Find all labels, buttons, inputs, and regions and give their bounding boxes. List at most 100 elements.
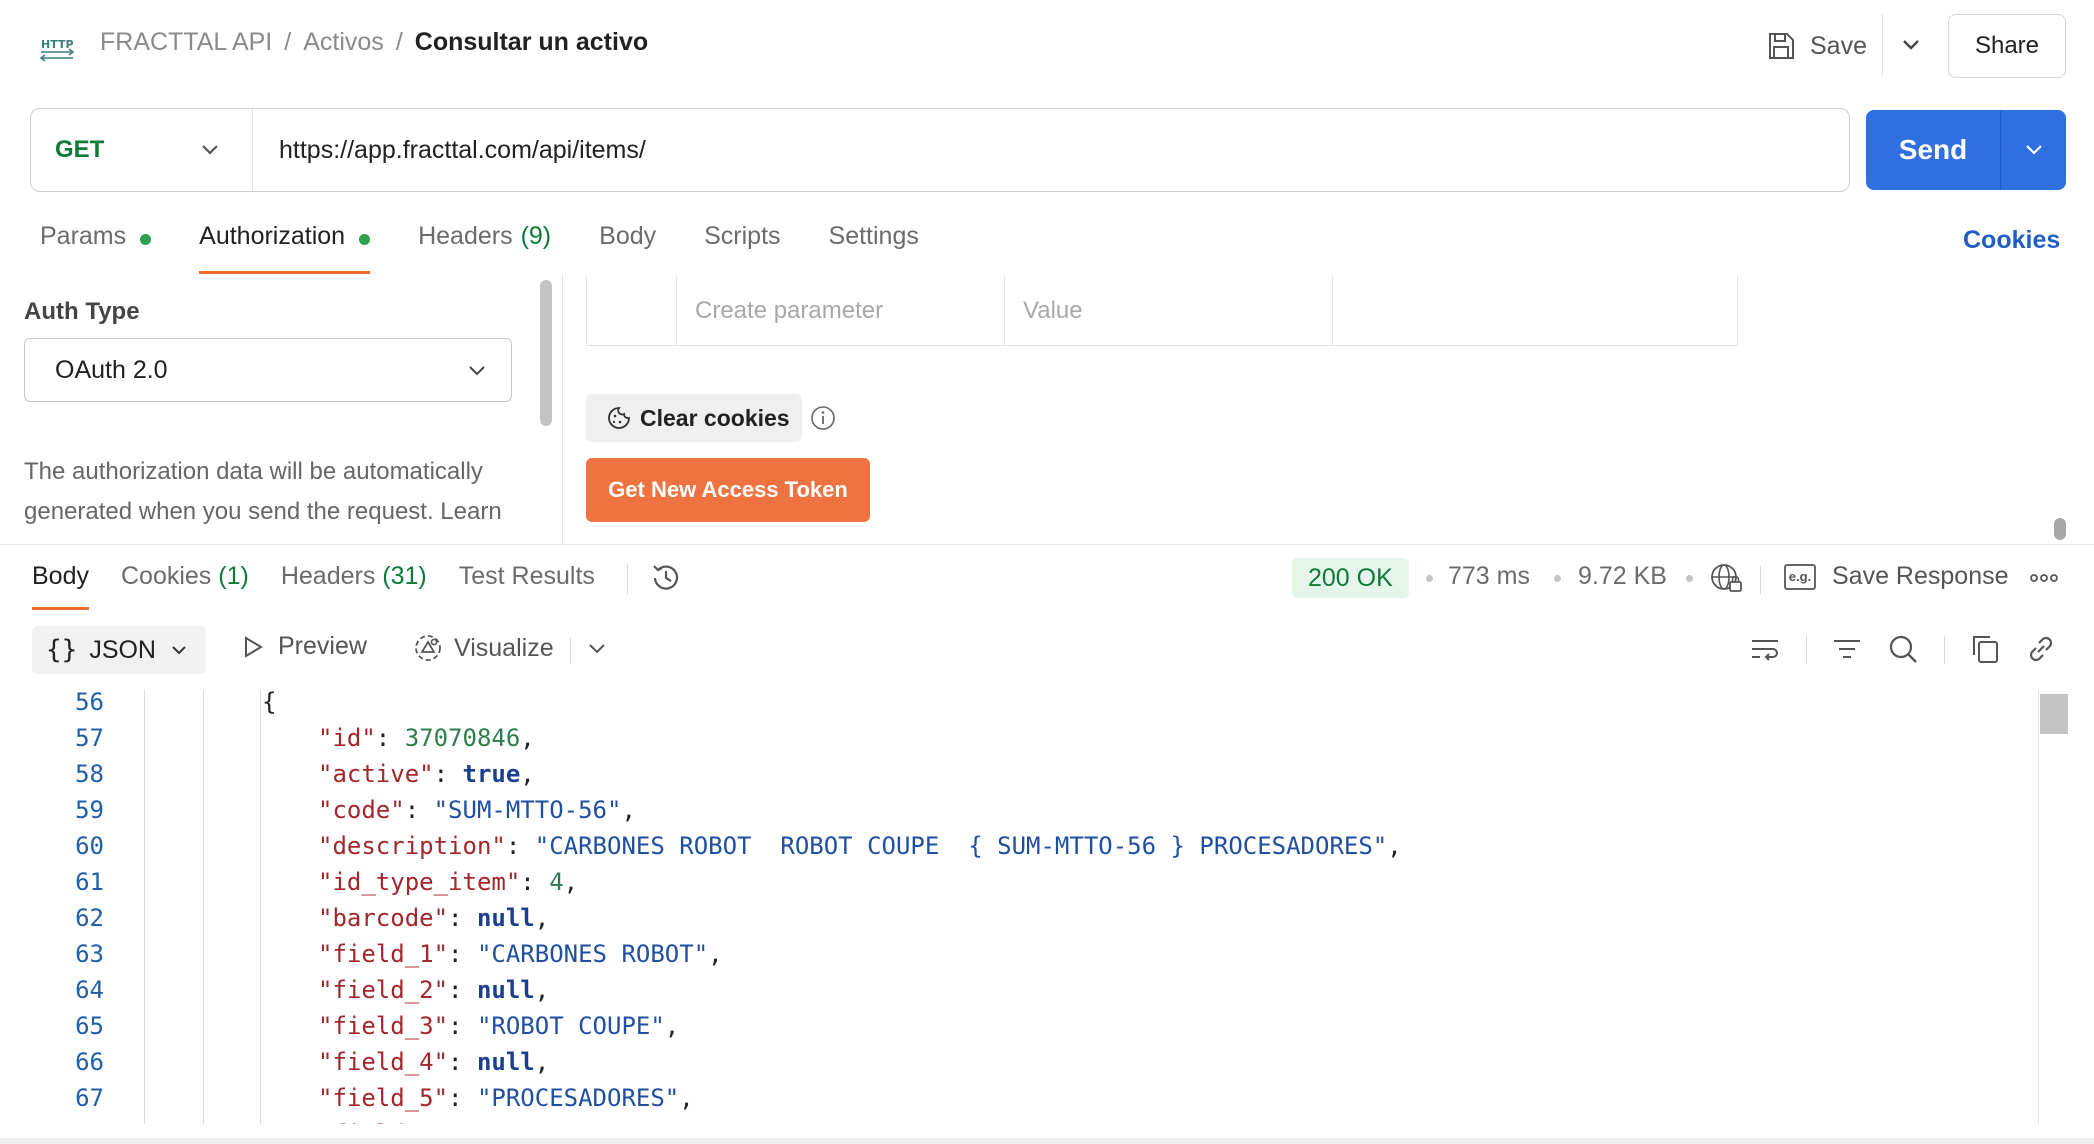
json-separator: : (505, 832, 535, 860)
code-line: 65 "field_3": "ROBOT COUPE", (0, 1008, 2040, 1044)
indent-guide (203, 690, 204, 1124)
send-options-button[interactable] (2001, 138, 2066, 162)
response-tab-cookies[interactable]: Cookies (1) (121, 562, 249, 610)
format-select[interactable]: {} JSON (32, 626, 206, 674)
history-icon[interactable] (648, 560, 684, 596)
tab-label: Test Results (458, 562, 595, 590)
tab-scripts[interactable]: Scripts (704, 222, 780, 274)
clear-cookies-button[interactable]: Clear cookies (586, 394, 802, 442)
json-comma: , (520, 724, 535, 752)
json-separator: : (448, 940, 477, 968)
more-options-icon[interactable] (2028, 566, 2060, 590)
code-text: { (262, 690, 276, 720)
auth-type-select[interactable]: OAuth 2.0 (24, 338, 512, 402)
response-time[interactable]: 773 ms (1448, 562, 1530, 591)
json-key: "field_4" (318, 1048, 449, 1076)
json-value: "CARBONES ROBOT ROBOT COUPE { SUM-MTTO-5… (534, 832, 1388, 860)
json-key: "field_3" (318, 1012, 449, 1040)
json-key: "field_2" (318, 976, 449, 1004)
json-separator: : (448, 1048, 477, 1076)
share-button[interactable]: Share (1948, 14, 2066, 78)
cookies-link[interactable]: Cookies (1963, 226, 2060, 255)
response-tabs: Body Cookies (1) Headers (31) Test Resul… (32, 562, 656, 610)
clear-cookies-label: Clear cookies (640, 404, 790, 431)
divider (570, 638, 571, 664)
code-line: 58 "active": true, (0, 756, 2040, 792)
param-description-cell[interactable] (1333, 276, 1737, 345)
filter-icon[interactable] (1830, 632, 1864, 666)
json-value: 37070846 (404, 724, 521, 752)
json-comma: , (534, 976, 550, 1004)
divider (1944, 636, 1945, 664)
param-table: Create parameter Value (586, 276, 1738, 346)
json-comma: , (664, 1012, 680, 1040)
code-text: "field_5": "PROCESADORES", (318, 1080, 694, 1116)
response-tab-headers[interactable]: Headers (31) (281, 562, 427, 610)
chevron-down-icon (469, 366, 485, 376)
link-icon[interactable] (2024, 632, 2058, 666)
svg-text:HTTP: HTTP (41, 38, 74, 51)
method-select[interactable]: GET (31, 109, 253, 191)
scrollbar-thumb[interactable] (2054, 518, 2066, 540)
json-separator: : (448, 1084, 477, 1112)
code-text: "barcode": null, (318, 900, 549, 936)
breadcrumb-separator: / (284, 28, 292, 56)
url-input[interactable] (253, 109, 1849, 191)
json-separator: : (520, 868, 550, 896)
visualize-icon (415, 635, 441, 661)
json-comma: , (563, 868, 579, 896)
scrollbar-track (2038, 690, 2039, 1124)
tab-headers[interactable]: Headers (9) (418, 222, 551, 274)
breadcrumb-separator: / (395, 28, 403, 56)
tab-settings[interactable]: Settings (829, 222, 919, 274)
param-key-cell[interactable]: Create parameter (677, 276, 1005, 345)
save-response-label: Save Response (1832, 562, 2009, 590)
line-number: 64 (75, 976, 104, 1004)
request-title[interactable]: Consultar un activo (415, 28, 648, 56)
get-new-access-token-button[interactable]: Get New Access Token (586, 458, 870, 522)
tab-params[interactable]: Params (40, 222, 152, 274)
code-text: "description": "CARBONES ROBOT ROBOT COU… (318, 828, 1402, 864)
save-button[interactable]: Save (1766, 26, 1867, 66)
scrollbar-thumb[interactable] (2040, 694, 2068, 734)
tab-label: Authorization (199, 222, 346, 250)
response-size[interactable]: 9.72 KB (1578, 562, 1667, 591)
param-value-cell[interactable]: Value (1005, 276, 1333, 345)
json-key: "field_1" (318, 940, 449, 968)
info-icon[interactable] (810, 405, 836, 431)
status-badge[interactable]: 200 OK (1292, 558, 1409, 598)
status-dot (140, 234, 152, 245)
json-comma: , (1387, 832, 1402, 860)
chevron-down-icon[interactable] (1896, 30, 1926, 60)
breadcrumb-folder[interactable]: Activos (303, 28, 384, 56)
wrap-lines-icon[interactable] (1748, 632, 1782, 666)
code-line: 56 { (0, 690, 2040, 720)
status-bar (0, 1138, 2094, 1144)
preview-button[interactable]: Preview (240, 632, 367, 661)
chevron-down-icon (2025, 145, 2042, 155)
code-line: 61 "id_type_item": 4, (0, 864, 2040, 900)
scrollbar-thumb[interactable] (540, 280, 552, 426)
tab-authorization[interactable]: Authorization (199, 222, 371, 274)
line-number: 60 (75, 832, 104, 860)
top-bar: HTTP FRACTTAL API / Activos / Consultar un a… (0, 0, 2094, 92)
json-separator: : (404, 796, 434, 824)
chevron-down-icon[interactable] (584, 636, 610, 662)
code-line: 59 "code": "SUM-MTTO-56", (0, 792, 2040, 828)
line-number: 57 (75, 724, 104, 752)
globe-lock-icon[interactable] (1708, 560, 1744, 596)
json-separator: : (448, 976, 477, 1004)
tab-count: (9) (520, 222, 552, 250)
json-comma: , (621, 796, 636, 824)
send-button[interactable]: Send (1866, 110, 2066, 190)
visualize-button[interactable]: Visualize (412, 632, 554, 664)
json-value: null (476, 1048, 535, 1076)
response-tab-test-results[interactable]: Test Results (459, 562, 595, 610)
search-icon[interactable] (1886, 632, 1920, 666)
response-body-code[interactable]: 56 {57 "id": 37070846, 58 "active": true, 59 "… (0, 690, 2040, 1124)
copy-icon[interactable] (1968, 632, 2002, 666)
breadcrumb-collection[interactable]: FRACTTAL API (100, 28, 272, 56)
tab-body[interactable]: Body (599, 222, 656, 274)
response-tab-body[interactable]: Body (32, 562, 89, 610)
save-response-button[interactable]: e.g. Save Response (1784, 562, 2009, 591)
